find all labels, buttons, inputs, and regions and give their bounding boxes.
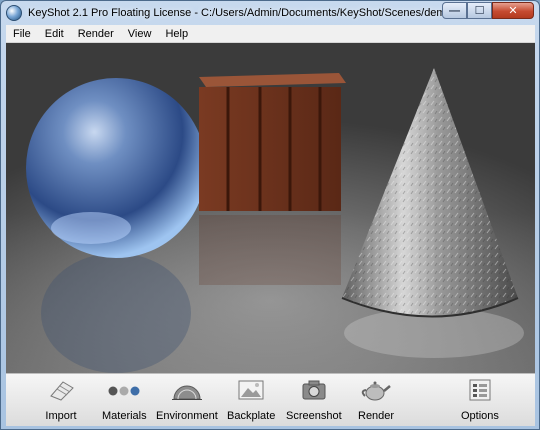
environment-icon xyxy=(170,378,204,402)
metal-cone xyxy=(341,68,519,318)
import-button[interactable]: Import xyxy=(44,378,78,424)
render-viewport[interactable] xyxy=(6,43,535,373)
options-icon xyxy=(463,378,497,402)
screenshot-button[interactable]: Screenshot xyxy=(286,378,342,424)
render-button[interactable]: Render xyxy=(358,378,394,424)
menu-view[interactable]: View xyxy=(121,28,159,40)
render-label: Render xyxy=(358,410,395,422)
import-icon xyxy=(44,378,78,402)
backplate-label: Backplate xyxy=(227,410,276,422)
menu-file[interactable]: File xyxy=(6,28,38,40)
environment-label: Environment xyxy=(156,410,218,422)
bottom-toolbar: Import Materials Environment Backplate S… xyxy=(6,373,535,426)
menu-render[interactable]: Render xyxy=(71,28,121,40)
maximize-button[interactable]: ☐ xyxy=(467,2,492,19)
minimize-button[interactable]: — xyxy=(442,2,467,19)
screenshot-label: Screenshot xyxy=(286,410,342,422)
window-title: KeyShot 2.1 Pro Floating License - C:/Us… xyxy=(28,7,476,19)
title-bar[interactable]: KeyShot 2.1 Pro Floating License - C:/Us… xyxy=(1,1,539,25)
close-button[interactable]: ✕ xyxy=(492,2,534,19)
teapot-icon xyxy=(359,378,393,402)
materials-label: Materials xyxy=(102,410,147,422)
backplate-button[interactable]: Backplate xyxy=(227,378,275,424)
screenshot-icon xyxy=(297,378,331,402)
materials-button[interactable]: Materials xyxy=(102,378,147,424)
sphere-highlight xyxy=(51,212,131,244)
scene-render xyxy=(26,68,524,373)
options-button[interactable]: Options xyxy=(461,378,499,424)
materials-icon xyxy=(107,378,141,402)
sphere-reflection xyxy=(41,253,191,373)
options-label: Options xyxy=(461,410,499,422)
brick-cube xyxy=(199,73,346,211)
import-label: Import xyxy=(45,410,77,422)
menu-help[interactable]: Help xyxy=(158,28,195,40)
keyshot-app-icon[interactable] xyxy=(6,5,22,21)
app-window: KeyShot 2.1 Pro Floating License - C:/Us… xyxy=(0,0,540,430)
backplate-icon xyxy=(234,378,268,402)
cube-reflection xyxy=(199,215,341,285)
menu-bar: File Edit Render View Help xyxy=(6,25,535,43)
window-controls: — ☐ ✕ xyxy=(442,2,534,19)
environment-button[interactable]: Environment xyxy=(156,378,218,424)
menu-edit[interactable]: Edit xyxy=(38,28,71,40)
